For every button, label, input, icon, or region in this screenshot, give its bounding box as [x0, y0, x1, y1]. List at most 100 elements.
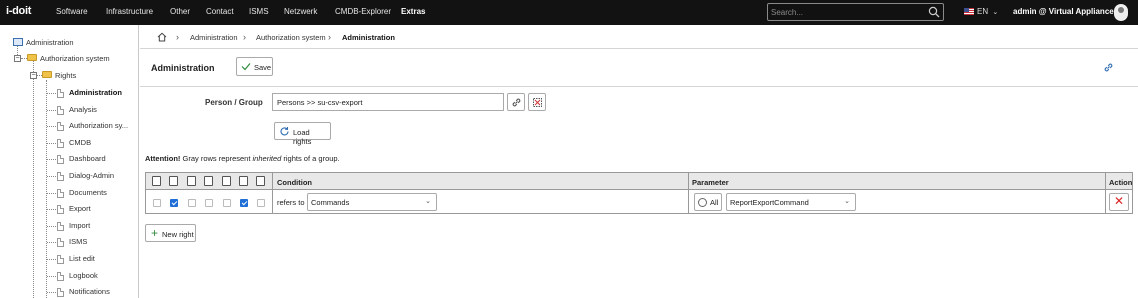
search-box[interactable] — [767, 3, 944, 21]
sidebar-item[interactable]: Export — [69, 204, 91, 213]
save-button[interactable]: Save — [236, 57, 273, 76]
tree-root-administration[interactable]: Administration — [26, 38, 74, 47]
tree-guide — [47, 159, 56, 161]
link-icon[interactable] — [1103, 62, 1114, 75]
sidebar-item[interactable]: Import — [69, 221, 90, 230]
folder-icon — [42, 71, 52, 78]
refresh-icon — [279, 126, 290, 139]
sidebar-item[interactable]: Administration — [69, 88, 122, 97]
unlink-icon — [532, 97, 543, 110]
us-flag-icon — [964, 8, 974, 15]
tree-item-rights[interactable]: Rights — [55, 71, 76, 80]
user-avatar-icon[interactable] — [1114, 4, 1128, 21]
document-icon — [57, 205, 64, 215]
document-icon — [57, 105, 64, 115]
menu-item-netzwerk[interactable]: Netzwerk — [284, 7, 317, 16]
execute-checkbox[interactable] — [240, 199, 248, 207]
checkmark-icon — [241, 62, 251, 73]
load-rights-button[interactable]: Load rights — [274, 122, 331, 146]
menu-item-infrastructure[interactable]: Infrastructure — [106, 7, 153, 16]
column-divider — [1105, 173, 1106, 213]
search-icon[interactable] — [928, 6, 940, 20]
tree-guide — [47, 93, 56, 94]
sidebar-item[interactable]: Documents — [69, 188, 107, 197]
breadcrumb-current: Administration — [342, 33, 395, 42]
delete-right-button[interactable]: ✕ — [1109, 193, 1129, 211]
home-icon[interactable] — [157, 32, 167, 44]
new-right-button[interactable]: + New right — [145, 224, 196, 242]
parameter-select[interactable]: ReportExportCommand ⌄ — [726, 193, 856, 211]
chevron-right-icon: › — [243, 32, 246, 42]
tree-item-authorization-system[interactable]: Authorization system — [40, 54, 110, 63]
sidebar-item[interactable]: List edit — [69, 254, 95, 263]
edit-checkbox[interactable] — [187, 199, 196, 207]
condition-select[interactable]: Commands ⌄ — [307, 193, 437, 211]
menu-item-cmdb-explorer[interactable]: CMDB-Explorer — [335, 7, 391, 16]
condition-prefix: refers to — [277, 198, 305, 207]
all-radio[interactable] — [698, 198, 707, 207]
view-checkbox[interactable] — [153, 199, 161, 207]
document-icon — [57, 255, 64, 264]
top-navigation-bar: i-doit Software Infrastructure Other Con… — [0, 0, 1138, 25]
tree-guide — [47, 126, 56, 128]
menu-item-contact[interactable]: Contact — [206, 7, 234, 16]
sidebar-item[interactable]: Authorization sy... — [69, 121, 128, 130]
chevron-down-icon: ⌄ — [992, 9, 999, 16]
attach-person-button[interactable] — [507, 93, 525, 111]
tree-guide — [47, 109, 56, 111]
tree-guide — [47, 242, 56, 244]
all-parameter-toggle[interactable]: All — [694, 193, 722, 211]
breadcrumb-item[interactable]: Authorization system — [256, 33, 326, 42]
archive-checkbox[interactable] — [205, 199, 214, 207]
sidebar-item[interactable]: Logbook — [69, 271, 98, 280]
document-icon — [57, 288, 64, 298]
plus-icon: + — [151, 226, 159, 240]
sidebar-item[interactable]: Analysis — [69, 105, 97, 114]
sidebar-item[interactable]: Dialog-Admin — [69, 171, 114, 180]
chevron-right-icon: › — [176, 32, 179, 42]
archive-icon — [204, 176, 214, 186]
folder-icon — [27, 54, 37, 61]
tree-guide — [47, 192, 56, 194]
document-icon — [57, 271, 64, 281]
supervisor-checkbox[interactable] — [257, 199, 266, 207]
close-icon: ✕ — [1113, 194, 1125, 208]
sidebar-item[interactable]: CMDB — [69, 138, 91, 147]
document-icon — [57, 138, 64, 148]
user-label[interactable]: admin @ Virtual Appliance — [1013, 7, 1114, 16]
delete-checkbox[interactable] — [222, 199, 231, 207]
sidebar-tree: Administration − Authorization system − … — [0, 25, 139, 298]
collapse-icon[interactable]: − — [30, 72, 37, 79]
administration-icon — [13, 38, 23, 46]
column-divider — [272, 173, 273, 213]
language-selector[interactable]: EN ⌄ — [964, 7, 998, 16]
link-icon — [511, 97, 522, 110]
create-checkbox[interactable] — [170, 199, 179, 207]
detach-person-button[interactable] — [528, 93, 546, 111]
view-icon — [152, 176, 161, 186]
column-header-condition: Condition — [277, 178, 312, 187]
menu-item-extras[interactable]: Extras — [401, 7, 425, 16]
person-group-field[interactable]: Persons >> su-csv-export — [272, 93, 504, 111]
execute-icon — [239, 176, 248, 186]
document-icon — [57, 188, 64, 198]
rights-table: Condition Parameter Action refers to Com… — [145, 172, 1133, 214]
chevron-right-icon: › — [328, 32, 331, 42]
menu-item-other[interactable]: Other — [170, 7, 190, 16]
search-input[interactable] — [771, 6, 921, 18]
tree-guide — [47, 142, 56, 144]
tree-guide — [47, 275, 56, 277]
collapse-icon[interactable]: − — [14, 55, 21, 62]
document-icon — [57, 122, 64, 132]
breadcrumb: › Administration › Authorization system … — [140, 25, 1138, 49]
sidebar-item[interactable]: ISMS — [69, 237, 87, 246]
tree-guide — [33, 61, 34, 298]
breadcrumb-item[interactable]: Administration — [190, 33, 238, 42]
sidebar-item[interactable]: Dashboard — [69, 154, 106, 163]
sidebar-item[interactable]: Notifications — [69, 287, 110, 296]
menu-item-isms[interactable]: ISMS — [249, 7, 269, 16]
menu-item-software[interactable]: Software — [56, 7, 88, 16]
document-icon — [57, 155, 64, 165]
i-doit-logo[interactable]: i-doit — [6, 5, 31, 17]
column-divider — [688, 173, 689, 213]
